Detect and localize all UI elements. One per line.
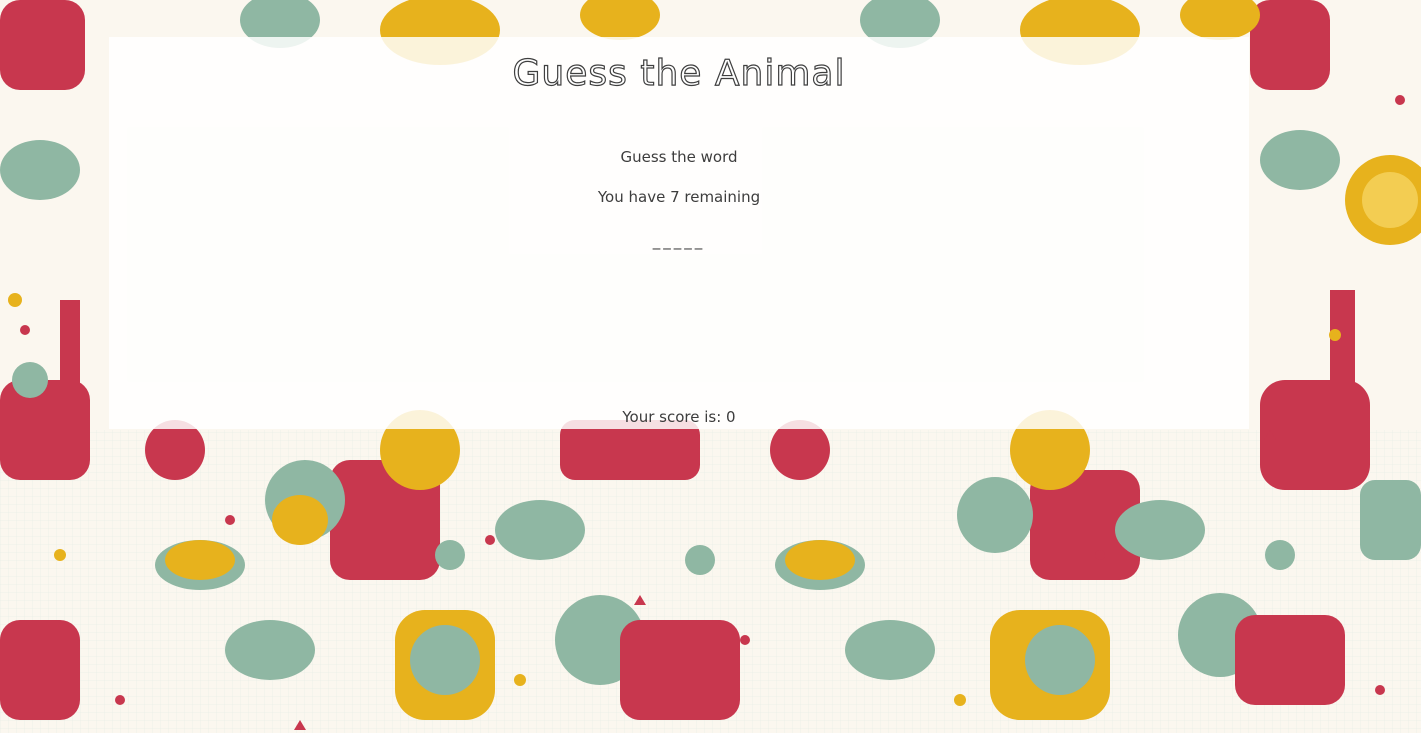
game-title: Guess the Animal <box>512 52 846 94</box>
remaining-guesses: You have 7 remaining <box>597 188 761 206</box>
guess-prompt: Guess the word <box>620 148 738 166</box>
word-puzzle: _____ <box>652 232 706 250</box>
score-text: Your score is: 0 <box>622 408 736 426</box>
game-panel: Guess the Animal Guess the word You have… <box>109 37 1249 429</box>
